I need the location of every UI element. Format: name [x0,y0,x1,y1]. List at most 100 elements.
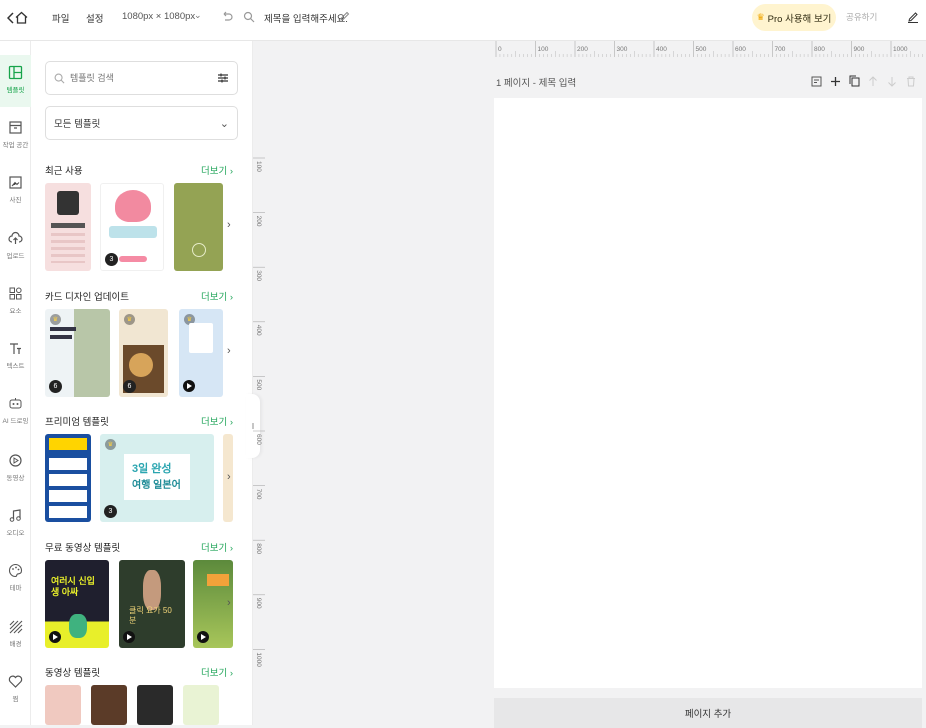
ruler-label: 800 [814,46,825,53]
cloud-upload-icon [8,231,23,244]
play-icon [197,631,209,643]
page-count-badge: 3 [104,505,117,518]
more-label: 더보기 [201,292,228,303]
music-icon [9,509,21,522]
nav-theme[interactable]: 테마 [0,553,31,605]
ruler-label: 300 [255,270,262,281]
left-nav: 템플릿 작업 공간 사진 업로드 요소 텍스트 AI 드로잉 동영상 오디오 테… [0,41,31,725]
template-thumb[interactable] [45,183,91,271]
nav-label: 사진 [9,197,22,204]
edit-icon[interactable] [906,10,920,24]
ruler-label: 1000 [255,652,262,667]
move-up-icon[interactable] [867,74,879,88]
template-thumb[interactable] [45,685,81,725]
page-count-badge: 6 [123,380,136,393]
chevron-right-icon[interactable]: › [227,345,231,357]
template-thumb[interactable] [174,183,223,271]
page-title-label[interactable]: 1 페이지 - 제목 입력 [496,75,576,89]
nav-text[interactable]: 텍스트 [0,331,31,383]
template-icon [8,65,23,80]
section-title-video: 동영상 템플릿 [45,668,101,679]
ruler-label: 500 [255,379,262,390]
more-link-video[interactable]: 더보기 › [201,665,233,679]
play-icon [123,631,135,643]
ruler-label: 900 [255,598,262,609]
palette-icon [8,563,23,578]
ruler-label: 200 [577,46,588,53]
nav-background[interactable]: 배경 [0,609,31,661]
share-button[interactable]: 공유하기 [846,11,877,23]
nav-label: 템플릿 [6,87,25,94]
template-search[interactable] [45,61,238,95]
more-link-premium[interactable]: 더보기 › [201,414,233,428]
template-filter-select[interactable]: 모든 템플릿 ⌄ [45,106,238,140]
template-thumb[interactable]: 3 [100,183,164,271]
undo-icon[interactable] [220,10,234,24]
template-thumb[interactable]: ♛ 3일 완성 여행 일본어 3 [100,434,214,522]
menu-settings[interactable]: 설정 [86,11,103,25]
nav-ai-drawing[interactable]: AI 드로잉 [0,386,31,438]
search-icon[interactable] [242,10,256,24]
nav-elements[interactable]: 요소 [0,276,31,328]
nav-video[interactable]: 동영상 [0,443,31,495]
template-thumb[interactable] [45,434,91,522]
more-link-card[interactable]: 더보기 › [201,289,233,303]
canvas-size-select[interactable]: 1080px × 1080px [122,11,195,22]
canvas-page[interactable] [494,98,922,688]
chevron-right-icon[interactable]: › [227,219,231,231]
template-thumb[interactable] [91,685,127,725]
ruler-label: 100 [255,161,262,172]
filter-icon[interactable] [217,72,229,84]
nav-upload[interactable]: 업로드 [0,221,31,273]
more-label: 더보기 [201,543,228,554]
template-thumb[interactable]: 클릭 요가 50분 [119,560,185,648]
template-thumb[interactable]: ♛ 6 [119,309,168,397]
template-thumb[interactable] [183,685,219,725]
nav-label: 요소 [9,308,22,315]
nav-favorites[interactable]: 찜 [0,664,31,716]
nav-photos[interactable]: 사진 [0,165,31,217]
search-input[interactable] [70,73,217,83]
nav-workspace[interactable]: 작업 공간 [0,110,31,162]
photo-icon [9,176,22,189]
template-thumb[interactable] [137,685,173,725]
section-title-premium: 프리미엄 템플릿 [45,417,109,428]
add-page-label: 페이지 추가 [684,709,732,720]
pro-trial-button[interactable]: ♛ Pro 사용해 보기 [752,4,836,31]
play-icon [49,631,61,643]
ruler-label: 600 [735,46,746,53]
heart-icon [8,675,23,688]
template-thumb[interactable]: ♛ [179,309,223,397]
nav-label: 찜 [12,696,19,703]
nav-label: 작업 공간 [2,142,29,149]
nav-label: 업로드 [6,253,25,260]
chevron-down-icon[interactable]: ⌄ [194,10,202,21]
pattern-icon [9,620,23,634]
template-panel: 모든 템플릿 ⌄ 최근 사용 더보기 › 3 › 카드 디자인 업데이트 더보기… [31,41,253,725]
nav-templates[interactable]: 템플릿 [0,55,31,107]
move-down-icon[interactable] [886,74,898,88]
more-link-free-video[interactable]: 더보기 › [201,540,233,554]
chevron-right-icon[interactable]: › [227,597,231,609]
ruler-label: 200 [255,216,262,227]
section-title-free-video: 무료 동영상 템플릿 [45,543,121,554]
add-page-button[interactable]: 페이지 추가 [494,698,922,728]
template-thumb[interactable]: 여러시 신입생 아싸 [45,560,109,648]
more-link-recent[interactable]: 더보기 › [201,163,233,177]
shapes-icon [9,287,22,300]
duplicate-page-icon[interactable] [848,74,860,88]
nav-audio[interactable]: 오디오 [0,498,31,550]
page-memo-icon[interactable] [810,74,822,88]
menu-file[interactable]: 파일 [52,11,69,25]
play-circle-icon [9,454,22,467]
pro-trial-label: Pro 사용해 보기 [767,13,832,25]
trash-icon[interactable] [905,74,917,88]
chevron-right-icon[interactable]: › [227,471,231,483]
ruler-label: 100 [538,46,549,53]
add-page-icon[interactable] [829,74,841,88]
ruler-top: 0 100 200 300 400 500 600 700 800 900 1000 [495,41,923,57]
template-thumb[interactable]: ♛ 6 [45,309,110,397]
document-title-input[interactable]: 제목을 입력해주세요. [264,11,348,25]
pencil-icon[interactable] [337,9,351,23]
home-icon[interactable] [14,10,28,24]
